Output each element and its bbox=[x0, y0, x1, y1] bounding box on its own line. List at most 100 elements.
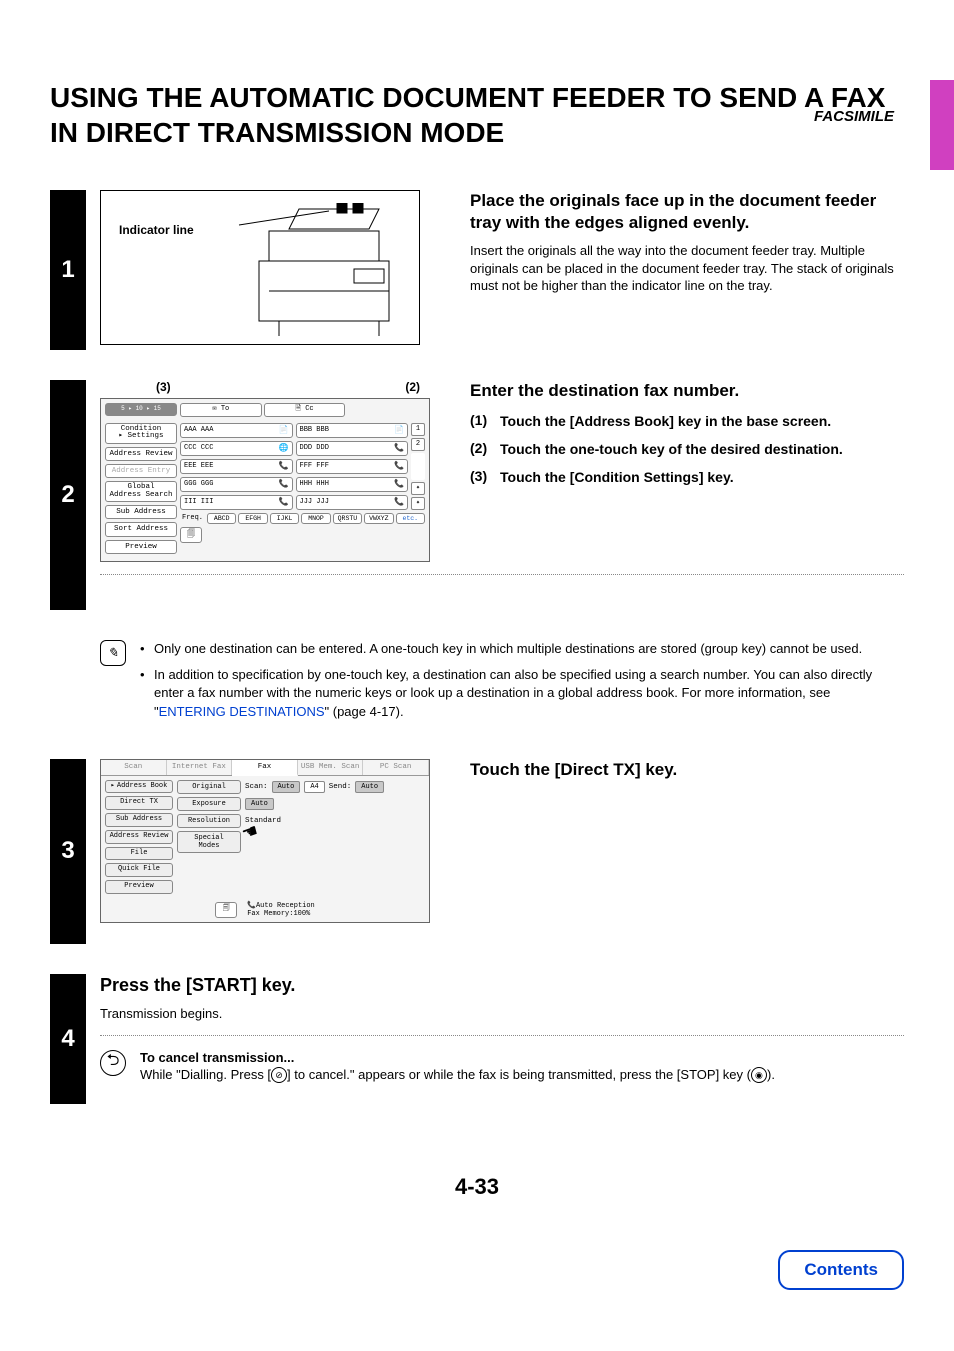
exposure-button[interactable]: Exposure bbox=[177, 797, 241, 811]
base-screen-panel: Scan Internet Fax Fax USB Mem. Scan PC S… bbox=[100, 759, 430, 924]
tab-to[interactable]: ✉ To bbox=[180, 403, 262, 417]
special-modes-button[interactable]: Special Modes bbox=[177, 831, 241, 853]
sub-address-button[interactable]: Sub Address bbox=[105, 505, 177, 519]
step-number: 4 bbox=[50, 974, 86, 1104]
indicator-line-label: Indicator line bbox=[119, 223, 194, 237]
substep-num: (1) bbox=[470, 412, 500, 430]
sort-efgh[interactable]: EFGH bbox=[238, 513, 267, 524]
step-3: 3 Scan Internet Fax Fax USB Mem. Scan PC… bbox=[50, 759, 904, 944]
tab-scan[interactable]: Scan bbox=[101, 760, 167, 775]
side-tab bbox=[930, 80, 954, 170]
onetouch-key[interactable]: BBB BBB📄 bbox=[296, 423, 409, 438]
original-button[interactable]: Original bbox=[177, 780, 241, 794]
stop-small-icon: ⊘ bbox=[271, 1067, 287, 1083]
preview-icon: 🗐 bbox=[223, 904, 230, 915]
note-icon: ✎ bbox=[100, 640, 126, 666]
exposure-value: Auto bbox=[245, 798, 274, 810]
onetouch-key[interactable]: HHH HHH📞 bbox=[296, 477, 409, 492]
address-entry-button[interactable]: Address Entry bbox=[105, 464, 177, 478]
tab-usb-mem-scan[interactable]: USB Mem. Scan bbox=[298, 760, 364, 775]
tab-internet-fax[interactable]: Internet Fax bbox=[167, 760, 233, 775]
preview-icon-button[interactable]: 🗐 bbox=[180, 527, 202, 543]
direct-tx-button[interactable]: Direct TX bbox=[105, 796, 173, 810]
sort-qrstu[interactable]: QRSTU bbox=[333, 513, 362, 524]
quick-file-button[interactable]: Quick File bbox=[105, 863, 173, 877]
separator bbox=[100, 574, 904, 575]
step-2: 2 (3) (2) 5 ▸ 10 ▸ 15 ✉ To bbox=[50, 380, 904, 610]
address-book-button[interactable]: Address Book bbox=[105, 780, 173, 794]
separator bbox=[100, 1035, 904, 1036]
sub-address-button[interactable]: Sub Address bbox=[105, 813, 173, 827]
scroll-up-button[interactable]: ✦ bbox=[411, 482, 425, 495]
tab-fax[interactable]: Fax bbox=[232, 760, 298, 776]
preview-button[interactable]: Preview bbox=[105, 540, 177, 554]
sort-freq-label: Freq. bbox=[180, 514, 205, 522]
sort-mnop[interactable]: MNOP bbox=[301, 513, 330, 524]
substep-text: Touch the one-touch key of the desired d… bbox=[500, 440, 904, 458]
sort-vwxyz[interactable]: VWXYZ bbox=[364, 513, 393, 524]
scroll-page-2: 2 bbox=[411, 438, 425, 451]
address-review-button[interactable]: Address Review bbox=[105, 830, 173, 844]
step-4: 4 Press the [START] key. Transmission be… bbox=[50, 974, 904, 1104]
scan-value: Auto bbox=[272, 781, 301, 793]
step-heading: Place the originals face up in the docum… bbox=[470, 190, 904, 234]
substep-text: Touch the [Condition Settings] key. bbox=[500, 468, 904, 486]
step-number: 3 bbox=[50, 759, 86, 944]
onetouch-key[interactable]: DDD DDD📞 bbox=[296, 441, 409, 456]
header-section: FACSIMILE bbox=[814, 108, 894, 125]
global-address-search-button[interactable]: GlobalAddress Search bbox=[105, 481, 177, 502]
file-button[interactable]: File bbox=[105, 847, 173, 861]
scan-label: Scan: bbox=[245, 783, 268, 791]
note-bullet: In addition to specification by one-touc… bbox=[154, 666, 904, 721]
page-title: USING THE AUTOMATIC DOCUMENT FEEDER TO S… bbox=[50, 80, 904, 150]
step-paragraph: Transmission begins. bbox=[100, 1005, 904, 1023]
sort-address-button[interactable]: Sort Address bbox=[105, 522, 177, 536]
onetouch-key[interactable]: GGG GGG📞 bbox=[180, 477, 293, 492]
step-number: 1 bbox=[50, 190, 86, 350]
tab-pc-scan[interactable]: PC Scan bbox=[363, 760, 429, 775]
scroll-down-button[interactable]: ✦ bbox=[411, 497, 425, 510]
callout-3: (3) bbox=[156, 380, 171, 394]
onetouch-key[interactable]: AAA AAA📄 bbox=[180, 423, 293, 438]
send-label: Send: bbox=[329, 783, 352, 791]
substep-num: (2) bbox=[470, 440, 500, 458]
send-value: Auto bbox=[355, 781, 384, 793]
step-heading: Touch the [Direct TX] key. bbox=[470, 759, 904, 781]
cancel-info-icon: ⮌ bbox=[100, 1050, 126, 1076]
step-heading: Press the [START] key. bbox=[100, 974, 904, 997]
callout-2: (2) bbox=[405, 380, 420, 394]
condition-settings-button[interactable]: Condition▸ Settings bbox=[105, 423, 177, 444]
page-number: 4-33 bbox=[0, 1174, 954, 1200]
preview-icon: 🗐 bbox=[187, 528, 195, 542]
machine-illustration: Indicator line bbox=[100, 190, 420, 345]
address-review-button[interactable]: Address Review bbox=[105, 447, 177, 461]
onetouch-key[interactable]: CCC CCC🌐 bbox=[180, 441, 293, 456]
size-value: A4 bbox=[304, 781, 324, 793]
printer-icon bbox=[219, 191, 419, 341]
step-heading: Enter the destination fax number. bbox=[470, 380, 904, 402]
tab-cc[interactable]: 🗎 Cc bbox=[264, 403, 346, 417]
onetouch-key[interactable]: III III📞 bbox=[180, 495, 293, 510]
address-book-panel: 5 ▸ 10 ▸ 15 ✉ To 🗎 Cc Condition▸ bbox=[100, 398, 430, 562]
step-1: 1 Indicator line bbox=[50, 190, 904, 350]
onetouch-key[interactable]: EEE EEE📞 bbox=[180, 459, 293, 474]
scroll-page-1: 1 bbox=[411, 423, 425, 436]
contents-button[interactable]: Contents bbox=[778, 1250, 904, 1290]
sort-ijkl[interactable]: IJKL bbox=[270, 513, 299, 524]
note-block: ✎ •Only one destination can be entered. … bbox=[100, 640, 904, 729]
sort-abcd[interactable]: ABCD bbox=[207, 513, 236, 524]
sort-etc[interactable]: etc. bbox=[396, 513, 425, 524]
preview-button[interactable]: Preview bbox=[105, 880, 173, 894]
entering-destinations-link[interactable]: ENTERING DESTINATIONS bbox=[159, 704, 325, 719]
step-paragraph: Insert the originals all the way into th… bbox=[470, 242, 904, 295]
note-bullet: Only one destination can be entered. A o… bbox=[154, 640, 904, 658]
stop-key-icon: ◉ bbox=[751, 1067, 767, 1083]
substep-text: Touch the [Address Book] key in the base… bbox=[500, 412, 904, 430]
status-text: 📞Auto Reception Fax Memory:100% bbox=[247, 902, 315, 919]
preview-icon-button[interactable]: 🗐 bbox=[215, 902, 237, 918]
cancel-body: While "Dialling. Press [⊘] to cancel." a… bbox=[140, 1067, 904, 1084]
onetouch-key[interactable]: JJJ JJJ📞 bbox=[296, 495, 409, 510]
resolution-button[interactable]: Resolution bbox=[177, 814, 241, 828]
onetouch-key[interactable]: FFF FFF📞 bbox=[296, 459, 409, 474]
step-number: 2 bbox=[50, 380, 86, 610]
